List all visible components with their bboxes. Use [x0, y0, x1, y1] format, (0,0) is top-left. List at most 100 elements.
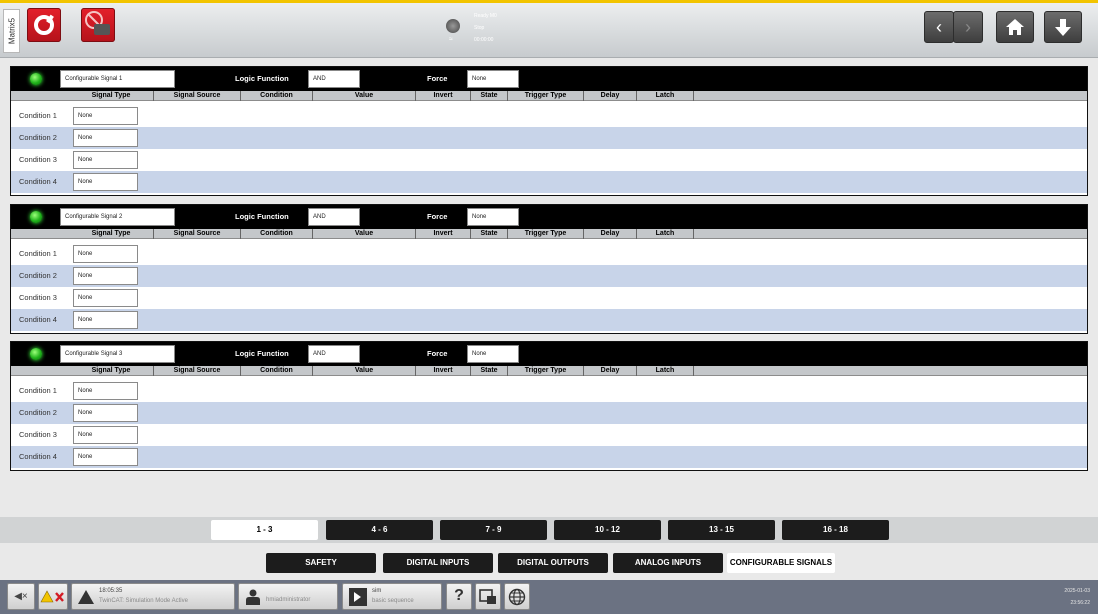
message-text: TwinCAT: Simulation Mode Active [99, 598, 188, 604]
logic-function-label: Logic Function [235, 74, 289, 83]
mute-button[interactable]: ◀× [7, 583, 35, 610]
condition-row: Condition 3 None [11, 149, 1087, 171]
signal-type-field[interactable]: None [73, 289, 138, 307]
panel-header: Configurable Signal 2 Logic Function AND… [11, 205, 1087, 229]
col-condition: Condition [241, 366, 313, 376]
logic-function-field[interactable]: AND [308, 345, 360, 363]
globe-icon [508, 588, 526, 606]
col-signal-source: Signal Source [154, 229, 241, 239]
chevron-left-icon: ‹ [936, 17, 942, 37]
col-state: State [471, 91, 508, 101]
message-time: 18:05:35 [99, 588, 123, 594]
signal-type-field[interactable]: None [73, 311, 138, 329]
download-button[interactable] [1044, 11, 1082, 43]
logic-function-label: Logic Function [235, 212, 289, 221]
user-button[interactable]: hmiadministrator [238, 583, 338, 610]
signal-type-field[interactable]: None [73, 404, 138, 422]
condition-label: Condition 1 [19, 386, 57, 395]
forward-button[interactable]: › [953, 11, 983, 43]
condition-label: Condition 4 [19, 315, 57, 324]
col-delay: Delay [584, 366, 637, 376]
signal-panel-3: Configurable Signal 3 Logic Function AND… [10, 341, 1088, 471]
force-label: Force [427, 212, 448, 221]
page-tab-4-6[interactable]: 4 - 6 [326, 520, 433, 540]
signal-type-field[interactable]: None [73, 245, 138, 263]
alarm-warning-icon [40, 590, 64, 603]
col-invert: Invert [416, 91, 471, 101]
signal-type-field[interactable]: None [73, 426, 138, 444]
help-button[interactable]: ? [446, 583, 472, 610]
col-value: Value [313, 366, 416, 376]
help-icon: ? [454, 587, 464, 604]
mute-icon: ◀× [14, 591, 28, 602]
machine-power-button[interactable] [27, 8, 61, 42]
status-line-1: Ready M0 [474, 13, 497, 19]
side-tab[interactable]: Matrix5 [3, 9, 20, 53]
recipe-name: sim [372, 588, 382, 594]
signal-type-field[interactable]: None [73, 448, 138, 466]
condition-label: Condition 3 [19, 293, 57, 302]
force-label: Force [427, 349, 448, 358]
signal-name-field[interactable]: Configurable Signal 2 [60, 208, 175, 226]
signal-type-field[interactable]: None [73, 173, 138, 191]
tab-analog-inputs[interactable]: ANALOG INPUTS [613, 553, 723, 573]
condition-row: Condition 4 None [11, 446, 1087, 468]
warning-icon [78, 590, 94, 604]
column-header: Signal Type Signal Source Condition Valu… [11, 91, 1087, 101]
side-tab-label: Matrix5 [7, 17, 16, 45]
signal-type-field[interactable]: None [73, 129, 138, 147]
condition-label: Condition 4 [19, 177, 57, 186]
col-value: Value [313, 229, 416, 239]
machine-disable-button[interactable] [81, 8, 115, 42]
page-tab-16-18[interactable]: 16 - 18 [782, 520, 889, 540]
alarm-button[interactable] [38, 583, 68, 610]
condition-row: Condition 1 None [11, 380, 1087, 402]
condition-row: Condition 3 None [11, 287, 1087, 309]
signal-type-field[interactable]: None [73, 107, 138, 125]
signal-type-field[interactable]: None [73, 267, 138, 285]
language-button[interactable] [504, 583, 530, 610]
signal-name-field[interactable]: Configurable Signal 3 [60, 345, 175, 363]
message-button[interactable]: 18:05:35 TwinCAT: Simulation Mode Active [71, 583, 235, 610]
user-icon [246, 589, 260, 605]
tab-configurable-signals[interactable]: CONFIGURABLE SIGNALS [727, 553, 835, 573]
tab-digital-outputs[interactable]: DIGITAL OUTPUTS [498, 553, 608, 573]
back-button[interactable]: ‹ [924, 11, 954, 43]
page-tab-10-12[interactable]: 10 - 12 [554, 520, 661, 540]
col-delay: Delay [584, 229, 637, 239]
col-signal-type: Signal Type [69, 91, 154, 101]
page-tab-7-9[interactable]: 7 - 9 [440, 520, 547, 540]
condition-label: Condition 2 [19, 133, 57, 142]
col-value: Value [313, 91, 416, 101]
force-field[interactable]: None [467, 345, 519, 363]
status-line-3: 00:00:00 [474, 37, 494, 43]
force-field[interactable]: None [467, 208, 519, 226]
page-tab-1-3[interactable]: 1 - 3 [211, 520, 318, 540]
logic-function-field[interactable]: AND [308, 208, 360, 226]
screenshot-button[interactable] [475, 583, 501, 610]
recipe-button[interactable]: sim basic sequence [342, 583, 442, 610]
signal-type-field[interactable]: None [73, 151, 138, 169]
home-button[interactable] [996, 11, 1034, 43]
signal-name-field[interactable]: Configurable Signal 1 [60, 70, 175, 88]
panel-header: Configurable Signal 3 Logic Function AND… [11, 342, 1087, 366]
screenshot-icon [479, 589, 496, 604]
col-condition: Condition [241, 229, 313, 239]
condition-label: Condition 1 [19, 111, 57, 120]
col-signal-type: Signal Type [69, 229, 154, 239]
col-signal-source: Signal Source [154, 91, 241, 101]
col-latch: Latch [637, 229, 694, 239]
page-tab-13-15[interactable]: 13 - 15 [668, 520, 775, 540]
col-trigger-type: Trigger Type [508, 229, 584, 239]
tab-digital-inputs[interactable]: DIGITAL INPUTS [383, 553, 493, 573]
status-indicator-icon [446, 19, 460, 33]
force-field[interactable]: None [467, 70, 519, 88]
page-tab-bar: 1 - 3 4 - 6 7 - 9 10 - 12 13 - 15 16 - 1… [0, 517, 1098, 543]
logic-function-field[interactable]: AND [308, 70, 360, 88]
condition-label: Condition 3 [19, 430, 57, 439]
signal-type-field[interactable]: None [73, 382, 138, 400]
tab-safety[interactable]: SAFETY [266, 553, 376, 573]
status-led-icon [30, 348, 42, 360]
col-latch: Latch [637, 91, 694, 101]
col-invert: Invert [416, 366, 471, 376]
